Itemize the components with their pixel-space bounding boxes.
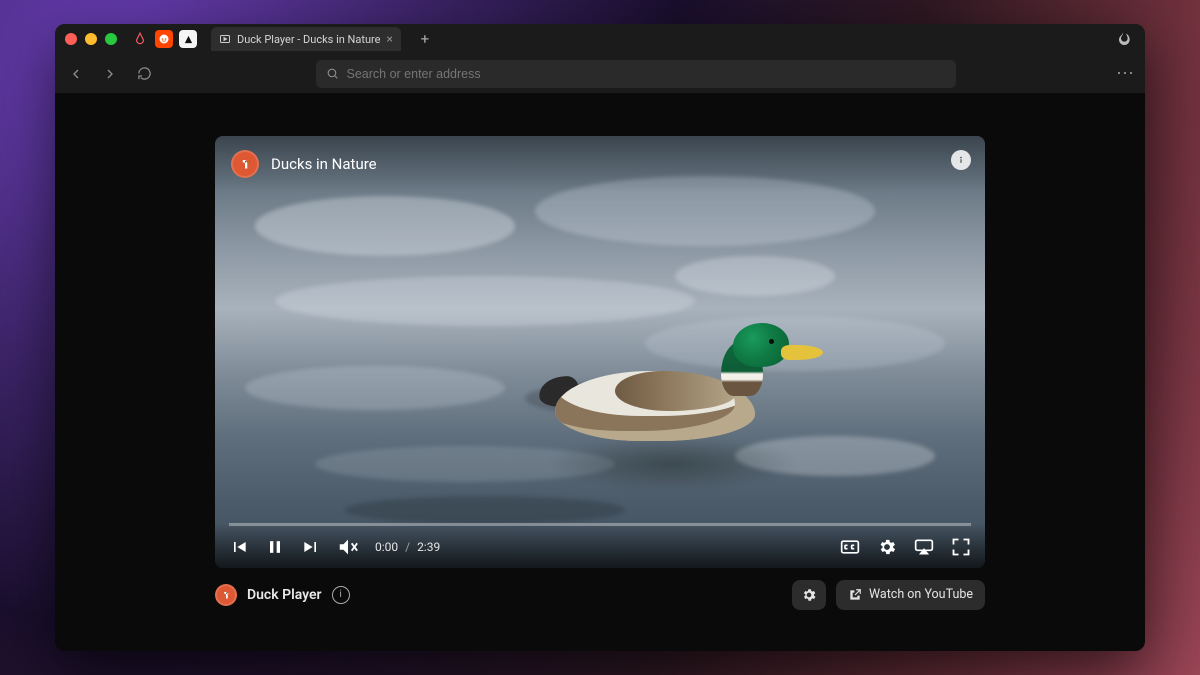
video-artwork <box>255 196 515 256</box>
player-brand: Duck Player <box>247 587 322 603</box>
page-content: Ducks in Nature <box>55 94 1145 651</box>
tab-title: Duck Player - Ducks in Nature <box>237 33 381 46</box>
video-header: Ducks in Nature <box>215 136 985 192</box>
fire-button-icon[interactable] <box>1115 31 1131 47</box>
duckduckgo-logo-icon <box>231 150 259 178</box>
settings-button[interactable] <box>877 537 897 557</box>
external-link-icon <box>848 588 862 602</box>
duration-time: 2:39 <box>417 540 440 554</box>
next-button[interactable] <box>301 537 321 557</box>
video-player[interactable]: Ducks in Nature <box>215 136 985 568</box>
pause-button[interactable] <box>265 537 285 557</box>
watch-on-youtube-button[interactable]: Watch on YouTube <box>836 580 985 610</box>
previous-button[interactable] <box>229 537 249 557</box>
navigation-toolbar: ⋯ <box>55 54 1145 94</box>
airplay-button[interactable] <box>913 537 935 557</box>
active-tab[interactable]: Duck Player - Ducks in Nature × <box>211 27 401 51</box>
player-footer: Duck Player i Watch on YouTube <box>215 580 985 610</box>
search-input[interactable] <box>347 67 946 81</box>
info-icon[interactable]: i <box>332 586 350 604</box>
browser-window: Duck Player - Ducks in Nature × + ⋯ <box>55 24 1145 651</box>
titlebar: Duck Player - Ducks in Nature × + <box>55 24 1145 54</box>
video-controls: 0:00 / 2:39 <box>215 523 985 568</box>
video-tab-icon <box>219 33 231 45</box>
pinned-tab-airbnb[interactable] <box>131 30 149 48</box>
pinned-tab-generic[interactable] <box>179 30 197 48</box>
address-bar[interactable] <box>316 60 956 88</box>
close-tab-button[interactable]: × <box>387 32 393 46</box>
close-window-button[interactable] <box>65 33 77 45</box>
current-time: 0:00 <box>375 540 398 554</box>
back-button[interactable] <box>65 63 87 85</box>
video-info-icon[interactable] <box>951 150 971 170</box>
search-icon <box>326 67 339 80</box>
pinned-tab-reddit[interactable] <box>155 30 173 48</box>
duckduckgo-logo-icon <box>215 584 237 606</box>
time-display: 0:00 / 2:39 <box>375 540 440 554</box>
watch-on-youtube-label: Watch on YouTube <box>869 587 973 602</box>
new-tab-button[interactable]: + <box>415 29 435 49</box>
reload-button[interactable] <box>133 63 155 85</box>
video-subject-duck <box>535 331 815 481</box>
minimize-window-button[interactable] <box>85 33 97 45</box>
maximize-window-button[interactable] <box>105 33 117 45</box>
seek-bar[interactable] <box>229 523 971 526</box>
fullscreen-button[interactable] <box>951 537 971 557</box>
overflow-menu-button[interactable]: ⋯ <box>1116 63 1135 84</box>
video-title: Ducks in Nature <box>271 155 377 173</box>
mute-button[interactable] <box>337 536 359 558</box>
forward-button[interactable] <box>99 63 121 85</box>
player-shell: Ducks in Nature <box>215 136 985 610</box>
player-settings-button[interactable] <box>792 580 826 610</box>
pinned-tabs <box>131 30 197 48</box>
window-controls <box>65 33 117 45</box>
captions-button[interactable] <box>839 537 861 557</box>
